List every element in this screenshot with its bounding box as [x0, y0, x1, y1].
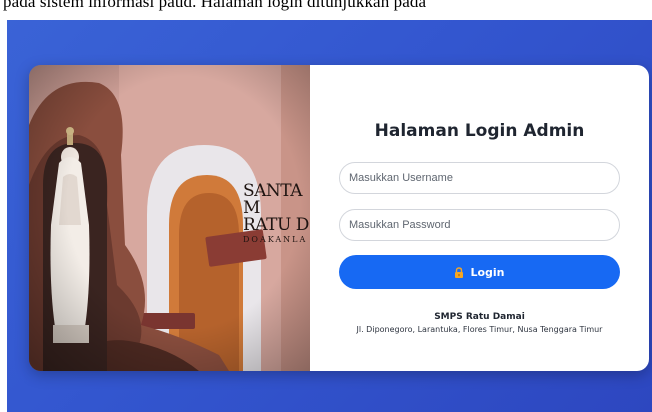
username-input[interactable]	[339, 162, 620, 194]
school-photo: SANTA M RATU D DOAKANLA	[29, 65, 310, 371]
school-name: SMPS Ratu Damai	[434, 312, 525, 322]
password-input[interactable]	[339, 209, 620, 241]
login-button[interactable]: Login	[339, 255, 620, 289]
lock-icon	[455, 266, 464, 278]
login-button-label: Login	[470, 265, 505, 279]
login-panel: Halaman Login Admin Login SMPS Ratu Dama…	[310, 65, 649, 371]
page-title: Halaman Login Admin	[374, 121, 585, 141]
sign-line-1: SANTA M	[243, 181, 302, 218]
sign-line-3: DOAKANLA	[243, 235, 308, 244]
login-page: SANTA M RATU D DOAKANLA Halaman Login Ad…	[7, 20, 652, 412]
caption-text: pada sistem informasi paud. Halaman logi…	[3, 0, 427, 11]
school-sign: SANTA M RATU D DOAKANLA	[243, 183, 310, 245]
school-address: Jl. Diponegoro, Larantuka, Flores Timur,…	[356, 325, 603, 334]
document-caption: pada sistem informasi paud. Halaman logi…	[0, 0, 652, 20]
sign-line-2: RATU D	[243, 215, 309, 235]
login-card: SANTA M RATU D DOAKANLA Halaman Login Ad…	[29, 65, 649, 371]
